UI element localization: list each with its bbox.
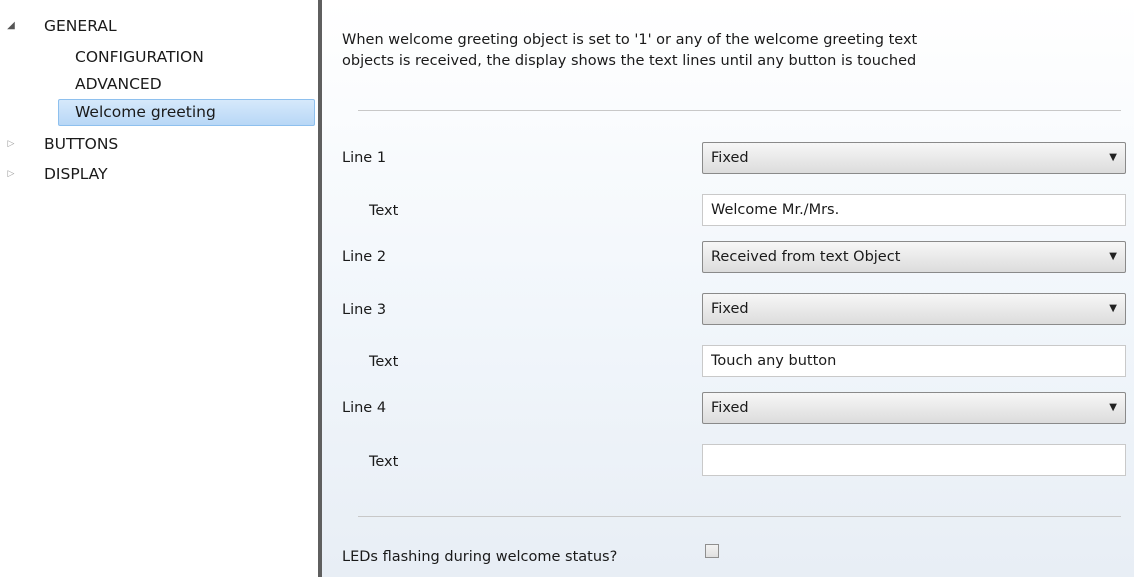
- description-text: When welcome greeting object is set to '…: [342, 30, 1102, 72]
- dropdown-value: Fixed: [711, 400, 749, 416]
- line-3-text-label: Text: [369, 354, 399, 370]
- parameter-panel: When welcome greeting object is set to '…: [322, 0, 1134, 577]
- tree-item-label: CONFIGURATION: [75, 48, 204, 66]
- line-2-label: Line 2: [342, 249, 387, 265]
- line-2-dropdown[interactable]: Received from text Object ▼: [702, 241, 1126, 273]
- dropdown-arrow-icon: ▼: [1109, 303, 1117, 314]
- tree-item-display[interactable]: ▷ DISPLAY: [0, 161, 318, 187]
- description-line: When welcome greeting object is set to '…: [342, 32, 918, 48]
- expanded-triangle-icon[interactable]: ◢: [5, 13, 17, 39]
- dropdown-arrow-icon: ▼: [1109, 152, 1117, 163]
- line-1-label: Line 1: [342, 150, 387, 166]
- tree-item-configuration[interactable]: CONFIGURATION: [0, 44, 318, 70]
- sidebar-tree: ◢ GENERAL CONFIGURATION ADVANCED Welcome…: [0, 0, 318, 577]
- tree-item-general[interactable]: ◢ GENERAL: [0, 13, 318, 39]
- dropdown-value: Fixed: [711, 150, 749, 166]
- dropdown-value: Received from text Object: [711, 249, 901, 265]
- app-window: ◢ GENERAL CONFIGURATION ADVANCED Welcome…: [0, 0, 1134, 577]
- tree-item-advanced[interactable]: ADVANCED: [0, 71, 318, 97]
- tree-item-buttons[interactable]: ▷ BUTTONS: [0, 131, 318, 157]
- line-3-label: Line 3: [342, 302, 387, 318]
- line-4-label: Line 4: [342, 400, 387, 416]
- tree-item-label: ADVANCED: [75, 75, 162, 93]
- description-line: objects is received, the display shows t…: [342, 53, 917, 69]
- tree-item-label: BUTTONS: [44, 135, 119, 153]
- line-3-text-field[interactable]: [702, 345, 1126, 377]
- line-4-text-field[interactable]: [702, 444, 1126, 476]
- leds-flashing-checkbox[interactable]: [705, 544, 719, 558]
- dropdown-value: Fixed: [711, 301, 749, 317]
- tree-item-label: Welcome greeting: [75, 103, 216, 121]
- line-1-dropdown[interactable]: Fixed ▼: [702, 142, 1126, 174]
- tree-item-welcome-greeting[interactable]: Welcome greeting: [58, 99, 315, 126]
- collapsed-triangle-icon[interactable]: ▷: [5, 131, 17, 157]
- line-3-dropdown[interactable]: Fixed ▼: [702, 293, 1126, 325]
- separator-line: [358, 110, 1121, 111]
- collapsed-triangle-icon[interactable]: ▷: [5, 161, 17, 187]
- tree-item-label: DISPLAY: [44, 165, 108, 183]
- separator-line: [358, 516, 1121, 517]
- line-4-dropdown[interactable]: Fixed ▼: [702, 392, 1126, 424]
- line-1-text-field[interactable]: [702, 194, 1126, 226]
- tree-item-label: GENERAL: [44, 17, 117, 35]
- line-4-text-label: Text: [369, 454, 399, 470]
- line-1-text-label: Text: [369, 203, 399, 219]
- dropdown-arrow-icon: ▼: [1109, 251, 1117, 262]
- leds-flashing-label: LEDs flashing during welcome status?: [342, 549, 618, 565]
- dropdown-arrow-icon: ▼: [1109, 402, 1117, 413]
